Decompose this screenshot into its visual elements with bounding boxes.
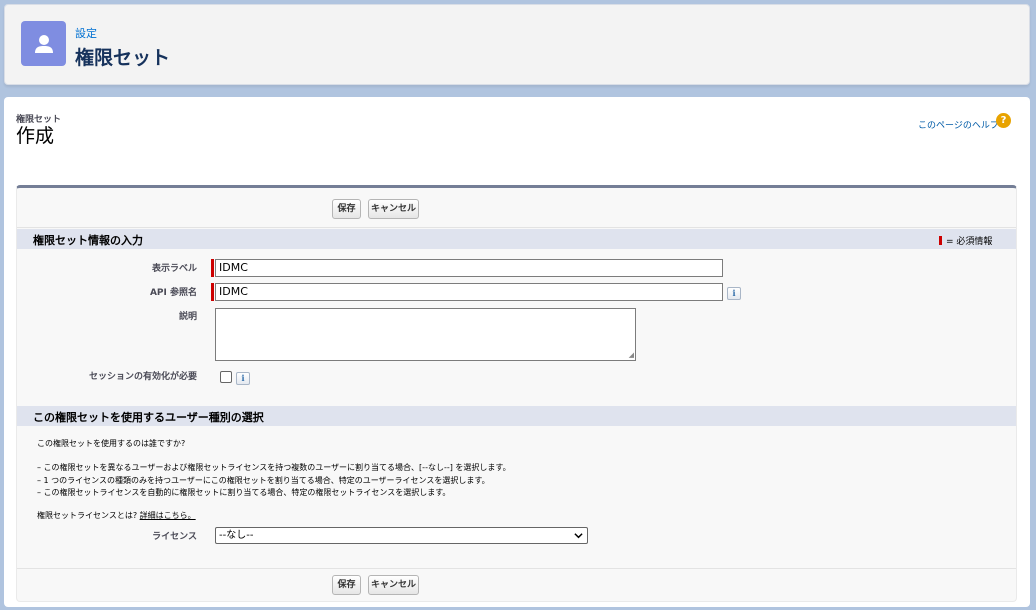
chevron-down-icon bbox=[574, 533, 583, 539]
instruction-line: – この権限セットライセンスを自動的に権限セットに割り当てる場合、特定の権限セッ… bbox=[37, 488, 451, 497]
license-select[interactable]: --なし-- bbox=[215, 527, 588, 544]
breadcrumb[interactable]: 設定 bbox=[75, 25, 97, 41]
info-icon[interactable]: i bbox=[727, 287, 741, 300]
license-question: 権限セットライセンスとは? bbox=[37, 511, 138, 520]
required-legend-text: = 必須情報 bbox=[946, 237, 993, 247]
instruction-line: – 1 つのライセンスの種類のみを持つユーザーにこの権限セットを割り当てる場合、… bbox=[37, 476, 490, 485]
main-content: 権限セット 作成 このページのヘルプ ? 保存 キャンセル 権限セット情報の入力… bbox=[4, 97, 1030, 607]
setup-header: 設定 権限セット bbox=[4, 4, 1030, 85]
instruction-line: – この権限セットを異なるユーザーおよび権限セットライセンスを持つ複数のユーザー… bbox=[37, 463, 511, 472]
header-title: 権限セット bbox=[75, 47, 171, 69]
edit-form: 保存 キャンセル 権限セット情報の入力 = 必須情報 表示ラベル IDMC AP… bbox=[16, 185, 1017, 602]
question-text: この権限セットを使用するのは誰ですか? bbox=[37, 439, 186, 448]
info-icon[interactable]: i bbox=[236, 372, 250, 385]
api-name-label: API 参照名 bbox=[149, 288, 197, 298]
required-marker bbox=[939, 236, 942, 245]
cancel-button-top[interactable]: キャンセル bbox=[368, 199, 419, 219]
resize-handle[interactable]: ◢ bbox=[629, 351, 634, 359]
divider bbox=[17, 227, 1016, 228]
required-legend: = 必須情報 bbox=[939, 234, 992, 247]
api-name-input[interactable]: IDMC bbox=[215, 283, 723, 301]
section-header-user-type: この権限セットを使用するユーザー種別の選択 bbox=[17, 406, 1016, 426]
label-field-label: 表示ラベル bbox=[151, 264, 197, 274]
section-header-info: 権限セット情報の入力 = 必須情報 bbox=[17, 229, 1016, 249]
save-button-top[interactable]: 保存 bbox=[332, 199, 361, 219]
license-label: ライセンス bbox=[152, 532, 197, 542]
session-activation-checkbox[interactable] bbox=[220, 371, 232, 383]
help-link[interactable]: このページのヘルプ bbox=[918, 118, 999, 131]
section-title: 権限セット情報の入力 bbox=[33, 234, 143, 247]
label-input[interactable]: IDMC bbox=[215, 259, 723, 277]
cancel-button-bottom[interactable]: キャンセル bbox=[368, 575, 419, 595]
section-title: この権限セットを使用するユーザー種別の選択 bbox=[33, 411, 264, 424]
details-link[interactable]: 詳細はこちら。 bbox=[140, 511, 196, 520]
required-marker bbox=[211, 259, 214, 277]
description-label: 説明 bbox=[178, 312, 197, 322]
user-icon bbox=[21, 21, 66, 66]
session-activation-label: セッションの有効化が必要 bbox=[88, 372, 197, 382]
license-info-text: 権限セットライセンスとは? 詳細はこちら。 bbox=[37, 510, 196, 521]
divider bbox=[17, 568, 1016, 569]
required-marker bbox=[211, 283, 214, 301]
help-icon[interactable]: ? bbox=[996, 113, 1011, 128]
license-selected-value: --なし-- bbox=[219, 530, 254, 541]
page-title: 作成 bbox=[16, 125, 55, 147]
description-textarea[interactable]: ◢ bbox=[215, 308, 636, 361]
save-button-bottom[interactable]: 保存 bbox=[332, 575, 361, 595]
